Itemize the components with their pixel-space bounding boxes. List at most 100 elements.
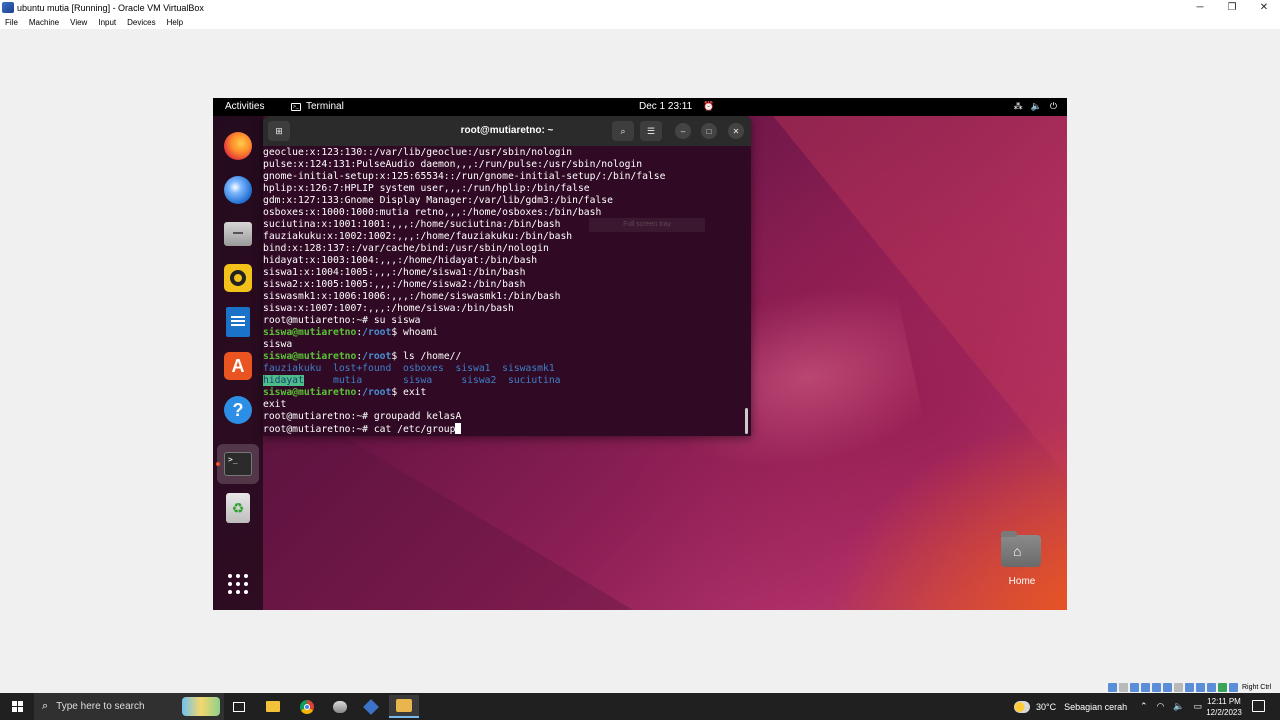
menu-button[interactable]: ☰ xyxy=(640,121,662,141)
show-hidden-icons-chevron-icon[interactable]: ⌃ xyxy=(1140,701,1148,712)
dock-thunderbird[interactable] xyxy=(222,174,254,206)
app-icon xyxy=(333,700,347,713)
terminal-line: hplip:x:126:7:HPLIP system user,,,:/run/… xyxy=(263,183,590,194)
dock-trash[interactable]: ♻ xyxy=(222,492,254,524)
taskbar-chrome[interactable] xyxy=(292,695,322,718)
prompt-path: /root xyxy=(362,351,392,362)
app-menu[interactable]: >_ Terminal xyxy=(291,101,344,112)
terminal-close-button[interactable]: ✕ xyxy=(728,123,744,139)
menu-help[interactable]: Help xyxy=(167,18,183,27)
terminal-prompt-line: siswa@mutiaretno:/root$ ls /home// xyxy=(263,351,461,363)
desktop-home-label[interactable]: Home xyxy=(993,576,1051,587)
mouse-integration-icon[interactable] xyxy=(1207,682,1216,692)
close-button[interactable]: ✕ xyxy=(1248,0,1280,15)
clock-time: 12:11 PM xyxy=(1207,697,1241,706)
wifi-icon[interactable]: ◠ xyxy=(1157,701,1165,712)
clock-date: 12/2/2023 xyxy=(1206,708,1242,717)
desktop-home-folder[interactable]: ⌂ xyxy=(1001,531,1043,571)
terminal-line: root@mutiaretno:~# su siswa xyxy=(263,315,421,326)
hdd-status-icon[interactable] xyxy=(1108,682,1117,692)
display-status-icon[interactable] xyxy=(1174,682,1183,692)
terminal-current-line[interactable]: root@mutiaretno:~# cat /etc/group xyxy=(263,423,462,435)
minimize-icon: – xyxy=(680,126,686,136)
start-button[interactable] xyxy=(0,693,34,720)
weather-widget[interactable]: 30°C Sebagian cerah xyxy=(1014,693,1127,720)
taskbar-file-explorer[interactable] xyxy=(258,695,288,718)
vbox-titlebar: ubuntu mutia [Running] - Oracle VM Virtu… xyxy=(0,0,1280,15)
search-icon: ⌕ xyxy=(42,700,49,712)
menu-input[interactable]: Input xyxy=(98,18,116,27)
dock-help[interactable]: ? xyxy=(222,394,254,426)
optical-drive-icon[interactable] xyxy=(1119,682,1128,692)
menu-devices[interactable]: Devices xyxy=(127,18,155,27)
menu-view[interactable]: View xyxy=(70,18,87,27)
monitor-icon[interactable]: ▭ xyxy=(1194,701,1203,712)
dock-libreoffice-writer[interactable] xyxy=(222,306,254,338)
restore-button[interactable]: ❐ xyxy=(1216,0,1248,15)
terminal-maximize-button[interactable]: □ xyxy=(701,123,717,139)
terminal-window[interactable]: ⊞ root@mutiaretno: ~ ⌕ ☰ – □ ✕ geoclue:x… xyxy=(263,116,751,436)
dock-ubuntu-software[interactable]: A xyxy=(222,350,254,382)
terminal-output[interactable]: geoclue:x:123:130::/var/lib/geoclue:/usr… xyxy=(263,147,751,436)
ubuntu-dock: A ? >_ ♻ xyxy=(213,116,263,610)
ls-output-row: fauziakuku lost+found osboxes siswa1 sis… xyxy=(263,363,555,375)
dock-firefox[interactable] xyxy=(222,130,254,162)
terminal-scrollbar[interactable] xyxy=(745,408,748,434)
recording-icon[interactable] xyxy=(1185,682,1194,692)
terminal-line: bind:x:128:137::/var/cache/bind:/usr/sbi… xyxy=(263,243,549,254)
search-placeholder: Type here to search xyxy=(56,701,145,712)
terminal-line: root@mutiaretno:~# groupadd kelasA xyxy=(263,411,462,422)
close-icon: ✕ xyxy=(732,126,740,136)
taskbar-clock[interactable]: 12:11 PM 12/2/2023 xyxy=(1203,696,1245,718)
terminal-line: siswa2:x:1005:1005:,,,:/home/siswa2:/bin… xyxy=(263,279,526,290)
terminal-line: pulse:x:124:131:PulseAudio daemon,,,:/ru… xyxy=(263,159,643,170)
activities-button[interactable]: Activities xyxy=(225,101,264,112)
chrome-icon xyxy=(300,699,314,714)
audio-status-icon[interactable] xyxy=(1130,682,1139,692)
terminal-minimize-button[interactable]: – xyxy=(675,123,691,139)
menu-machine[interactable]: Machine xyxy=(29,18,59,27)
dock-terminal[interactable]: >_ xyxy=(217,444,259,484)
shared-folders-icon[interactable] xyxy=(1163,682,1172,692)
terminal-icon: >_ xyxy=(224,452,252,476)
usb-status-icon[interactable] xyxy=(1152,682,1161,692)
search-button[interactable]: ⌕ xyxy=(612,121,634,141)
partly-sunny-icon xyxy=(1014,700,1030,713)
dock-rhythmbox[interactable] xyxy=(222,262,254,294)
virtualbox-icon xyxy=(363,698,379,715)
terminal-line: siswa:x:1007:1007:,,,:/home/siswa:/bin/b… xyxy=(263,303,514,314)
task-view-button[interactable] xyxy=(224,695,254,718)
keyboard-capture-icon[interactable] xyxy=(1218,682,1227,692)
vm-screen[interactable]: Activities >_ Terminal Dec 1 23:11 ⏰ ⁂ 🔈… xyxy=(213,98,1067,610)
show-applications-button[interactable] xyxy=(222,568,254,600)
prompt-path: /root xyxy=(362,327,392,338)
menu-file[interactable]: File xyxy=(5,18,18,27)
task-view-icon xyxy=(233,701,245,712)
weather-temp: 30°C xyxy=(1036,701,1057,712)
faded-tooltip: Full screen tray xyxy=(589,218,705,232)
windows-taskbar: ⌕ Type here to search 30°C Sebagian cera… xyxy=(0,693,1280,720)
cpu-status-icon[interactable] xyxy=(1196,682,1205,692)
dir-entry: fauziakuku xyxy=(263,363,322,374)
notification-center-icon[interactable] xyxy=(1252,700,1265,712)
terminal-headerbar[interactable]: ⊞ root@mutiaretno: ~ ⌕ ☰ – □ ✕ xyxy=(263,116,751,146)
terminal-line: geoclue:x:123:130::/var/lib/geoclue:/usr… xyxy=(263,147,573,158)
dir-entry: suciutina xyxy=(508,375,561,386)
hamburger-icon: ☰ xyxy=(646,125,656,136)
speaker-icon[interactable]: 🔈 xyxy=(1173,701,1184,712)
network-status-icon[interactable] xyxy=(1141,682,1150,692)
gnome-clock[interactable]: Dec 1 23:11 xyxy=(639,101,692,112)
windows-logo-icon xyxy=(11,701,23,712)
taskbar-virtualbox[interactable] xyxy=(356,695,386,718)
taskbar-app[interactable] xyxy=(325,695,355,718)
software-icon: A xyxy=(224,352,252,380)
running-indicator xyxy=(216,462,220,466)
window-title: ubuntu mutia [Running] - Oracle VM Virtu… xyxy=(17,2,204,13)
dir-entry: siswasmk1 xyxy=(502,363,555,374)
taskbar-vm-window[interactable] xyxy=(389,695,419,718)
minimize-button[interactable]: ─ xyxy=(1184,0,1216,15)
prompt-end: $ xyxy=(391,351,404,362)
system-status-menu[interactable]: ⁂ 🔈 ⏻ xyxy=(1014,101,1057,112)
taskbar-search-box[interactable]: ⌕ Type here to search xyxy=(34,693,224,720)
dock-files[interactable] xyxy=(222,218,254,250)
